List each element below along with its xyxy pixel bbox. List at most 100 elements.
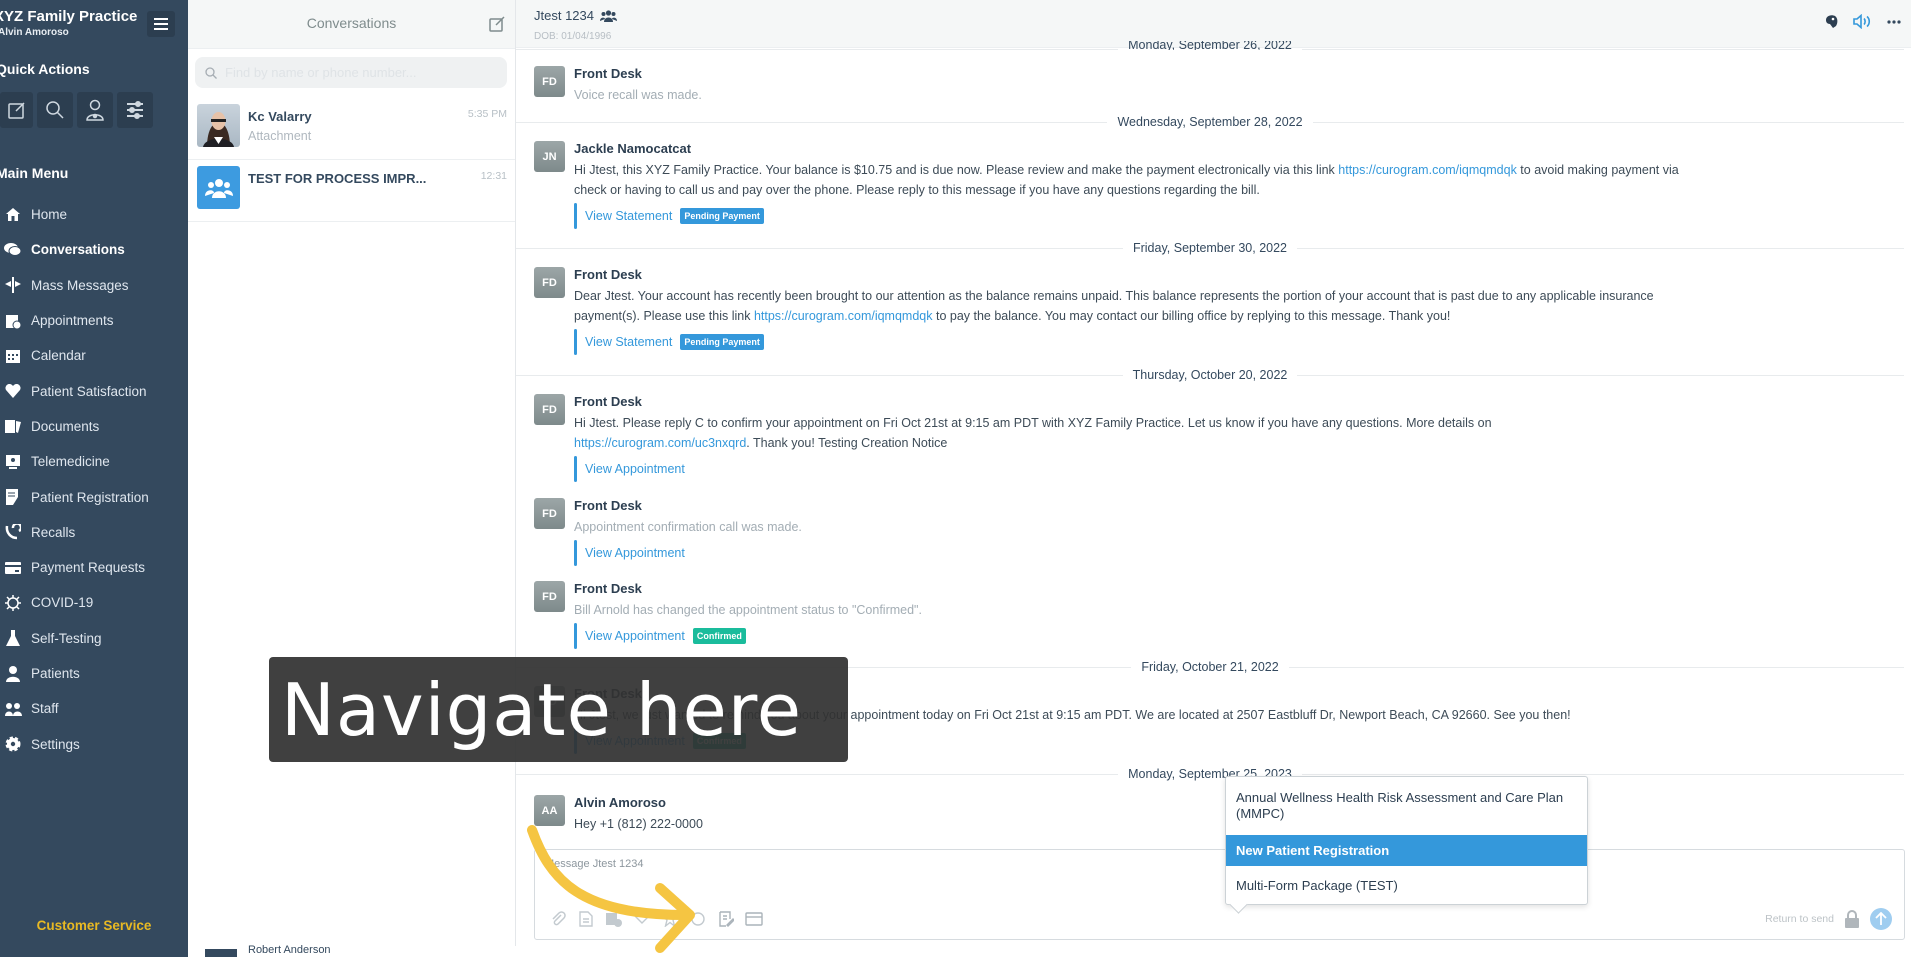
sidebar-item-self-testing[interactable]: Self-Testing: [0, 621, 188, 656]
form-option-annual-wellness[interactable]: Annual Wellness Health Risk Assessment a…: [1226, 777, 1587, 835]
sidebar-item-mass-messages[interactable]: Mass Messages: [0, 268, 188, 303]
sidebar-item-settings[interactable]: Settings: [0, 726, 188, 761]
more-options-icon[interactable]: [1887, 19, 1901, 24]
sidebar-item-label: Appointments: [31, 313, 114, 329]
message-input[interactable]: [545, 858, 1885, 898]
recall-icon: [4, 524, 22, 540]
form-option-multi-form-package[interactable]: Multi-Form Package (TEST): [1226, 866, 1587, 904]
message-body: Hi Jtest, this XYZ Family Practice. Your…: [574, 163, 1679, 197]
quick-action-patient[interactable]: [77, 92, 113, 128]
message-action: View Statement Pending Payment: [574, 203, 764, 229]
hamburger-icon: [154, 18, 168, 30]
avatar: FD: [534, 581, 565, 612]
sidebar-item-patients[interactable]: Patients: [0, 656, 188, 691]
payment-request-button[interactable]: [745, 910, 763, 928]
message-body: Hey +1 (812) 222-0000: [574, 817, 703, 831]
payment-link[interactable]: https://curogram.com/iqmqmdqk: [1338, 163, 1517, 177]
conversation-item-partial[interactable]: Robert Anderson: [188, 944, 518, 957]
send-button[interactable]: [1870, 908, 1892, 930]
view-appointment-link[interactable]: View Appointment: [585, 462, 685, 476]
status-badge: Confirmed: [692, 628, 746, 644]
sidebar-item-conversations[interactable]: Conversations: [0, 232, 188, 267]
sidebar-item-documents[interactable]: Documents: [0, 409, 188, 444]
quick-action-compose[interactable]: [0, 92, 33, 128]
credit-card-icon: [4, 560, 22, 576]
sidebar-item-label: Payment Requests: [31, 560, 146, 576]
new-conversation-button[interactable]: [489, 16, 505, 37]
customer-service-link[interactable]: Customer Service: [0, 918, 188, 933]
quick-action-search[interactable]: [37, 92, 73, 128]
conversation-item[interactable]: Kc Valarry Attachment 5:35 PM: [188, 98, 515, 160]
conversations-header: Conversations: [188, 0, 515, 49]
person-photo-icon: [203, 112, 234, 147]
quick-action-filters[interactable]: [117, 92, 153, 128]
speaker-icon[interactable]: [1853, 14, 1873, 29]
avatar: FD: [534, 66, 565, 97]
lock-icon[interactable]: [1844, 910, 1860, 928]
voice-recall-icon[interactable]: [1824, 14, 1839, 29]
search-icon: [46, 101, 64, 119]
sidebar: XYZ Family Practice Alvin Amoroso Quick …: [0, 0, 188, 957]
chat-panel: Jtest 1234 DOB: 01/04/1996 Monday, Septe…: [516, 0, 1911, 957]
heart-icon: [4, 383, 22, 399]
message-body: Bill Arnold has changed the appointment …: [574, 603, 922, 617]
conversation-search: [195, 57, 507, 88]
view-appointment-link[interactable]: View Appointment: [585, 629, 685, 643]
message-action: View Statement Pending Payment: [574, 329, 764, 355]
date-separator: Wednesday, September 28, 2022: [516, 114, 1905, 130]
conversation-search-input[interactable]: [225, 65, 495, 80]
sidebar-item-label: Patients: [31, 666, 80, 681]
gear-icon: [4, 736, 22, 752]
message-body: Voice recall was made.: [574, 88, 702, 102]
form-option-new-patient-registration[interactable]: New Patient Registration: [1226, 835, 1587, 866]
appointment-link[interactable]: https://curogram.com/uc3nxqrd: [574, 436, 746, 450]
sidebar-item-label: Patient Satisfaction: [31, 383, 147, 399]
sidebar-item-payment-requests[interactable]: Payment Requests: [0, 550, 188, 585]
conversation-name: Kc Valarry: [248, 109, 312, 124]
tag-button[interactable]: [633, 910, 651, 928]
sidebar-item-staff[interactable]: Staff: [0, 691, 188, 726]
credit-card-icon: [745, 912, 763, 926]
payment-link[interactable]: https://curogram.com/iqmqmdqk: [754, 309, 933, 323]
conversation-time: 5:35 PM: [467, 108, 507, 120]
broadcast-icon: [4, 277, 22, 294]
group-icon: [600, 9, 617, 22]
message-action: View Appointment Confirmed: [574, 623, 746, 649]
home-icon: [4, 207, 22, 223]
sidebar-item-appointments[interactable]: Appointments: [0, 303, 188, 338]
video-button[interactable]: [689, 910, 707, 928]
appointment-button[interactable]: [605, 910, 623, 928]
sidebar-item-label: Recalls: [31, 524, 76, 540]
forms-button[interactable]: [717, 910, 735, 928]
star-button[interactable]: [661, 910, 679, 928]
sidebar-item-home[interactable]: Home: [0, 197, 188, 232]
sidebar-item-label: Staff: [31, 701, 59, 717]
hamburger-menu-button[interactable]: [147, 11, 175, 37]
avatar: [197, 166, 240, 209]
compose-icon: [7, 102, 25, 119]
tag-icon: [634, 915, 650, 924]
view-statement-link[interactable]: View Statement: [585, 209, 672, 223]
sidebar-item-telemedicine[interactable]: Telemedicine: [0, 444, 188, 479]
sidebar-item-patient-satisfaction[interactable]: Patient Satisfaction: [0, 373, 188, 408]
attach-button[interactable]: [549, 910, 567, 928]
patient-name[interactable]: Jtest 1234: [534, 8, 617, 23]
sidebar-item-patient-registration[interactable]: Patient Registration: [0, 479, 188, 514]
sidebar-item-covid-19[interactable]: COVID-19: [0, 585, 188, 620]
star-icon: [662, 911, 678, 927]
patients-icon: [4, 665, 22, 682]
date-separator: Monday, September 25, 2023: [516, 766, 1905, 782]
sidebar-item-calendar[interactable]: Calendar: [0, 338, 188, 373]
return-to-send-hint: Return to send: [1765, 913, 1834, 925]
sidebar-item-recalls[interactable]: Recalls: [0, 515, 188, 550]
message-body: Dear Jtest. Your account has recently be…: [574, 289, 1654, 323]
view-statement-link[interactable]: View Statement: [585, 335, 672, 349]
message-action: View Appointment: [574, 456, 685, 482]
view-appointment-link[interactable]: View Appointment: [585, 546, 685, 560]
conversation-item[interactable]: TEST FOR PROCESS IMPR... 12:31: [188, 160, 515, 222]
send-area: Return to send: [1765, 908, 1892, 930]
document-button[interactable]: [577, 910, 595, 928]
conversation-time: 12:31: [480, 170, 507, 182]
patient-icon: [86, 99, 104, 121]
header-actions: [1824, 14, 1901, 29]
